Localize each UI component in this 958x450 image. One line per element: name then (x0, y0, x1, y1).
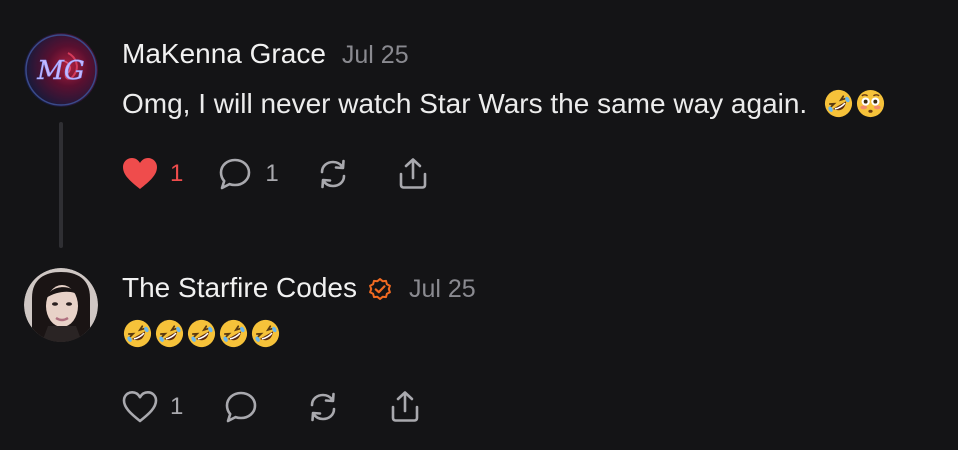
restack-icon (311, 392, 336, 422)
thread-line (59, 122, 63, 248)
restack-button[interactable] (315, 154, 351, 194)
emoji-run (122, 318, 282, 349)
rolling-on-floor-laughing-emoji (823, 88, 854, 119)
rolling-on-floor-laughing-emoji (250, 318, 281, 349)
flushed-face-emoji (855, 88, 886, 119)
comment-makenna: MG MaKenna Grace Jul 25 Omg, I will neve… (0, 0, 958, 250)
share-icon (392, 391, 419, 422)
comment-actions: 1 1 (122, 154, 431, 194)
rolling-on-floor-laughing-emoji (186, 318, 217, 349)
like-button[interactable]: 1 (122, 154, 183, 194)
comment-actions: 1 (122, 387, 423, 427)
reply-button[interactable]: 1 (217, 154, 279, 194)
author-name[interactable]: MaKenna Grace (122, 38, 326, 70)
comment-text: Omg, I will never watch Star Wars the sa… (122, 88, 808, 119)
share-button[interactable] (395, 154, 431, 194)
share-button[interactable] (387, 387, 423, 427)
restack-icon (320, 159, 346, 189)
emoji-run (823, 88, 887, 119)
avatar-initials: MG (36, 56, 84, 86)
like-count: 1 (170, 160, 184, 187)
avatar[interactable]: MG (24, 33, 98, 107)
like-button[interactable]: 1 (122, 387, 183, 427)
comment-body: Omg, I will never watch Star Wars the sa… (122, 88, 887, 121)
rolling-on-floor-laughing-emoji (122, 318, 153, 349)
comment-header: The Starfire Codes Jul 25 (122, 272, 476, 304)
reply-count: 1 (265, 160, 279, 187)
avatar[interactable] (24, 268, 98, 342)
share-icon (399, 158, 427, 189)
comment-header: MaKenna Grace Jul 25 (122, 38, 409, 70)
rolling-on-floor-laughing-emoji (218, 318, 249, 349)
like-count: 1 (170, 393, 184, 420)
comment-date[interactable]: Jul 25 (342, 41, 409, 70)
rolling-on-floor-laughing-emoji (154, 318, 185, 349)
restack-button[interactable] (305, 387, 341, 427)
heart-icon (123, 158, 157, 189)
verified-check-icon (367, 277, 393, 303)
comment-body (122, 318, 282, 351)
comment-date[interactable]: Jul 25 (409, 275, 476, 304)
heart-icon (122, 391, 158, 423)
speech-bubble-icon (226, 391, 257, 423)
author-name[interactable]: The Starfire Codes (122, 272, 357, 304)
comment-starfire: The Starfire Codes Jul 25 1 (0, 250, 958, 450)
reply-button[interactable] (223, 387, 259, 427)
speech-bubble-icon (220, 158, 251, 190)
